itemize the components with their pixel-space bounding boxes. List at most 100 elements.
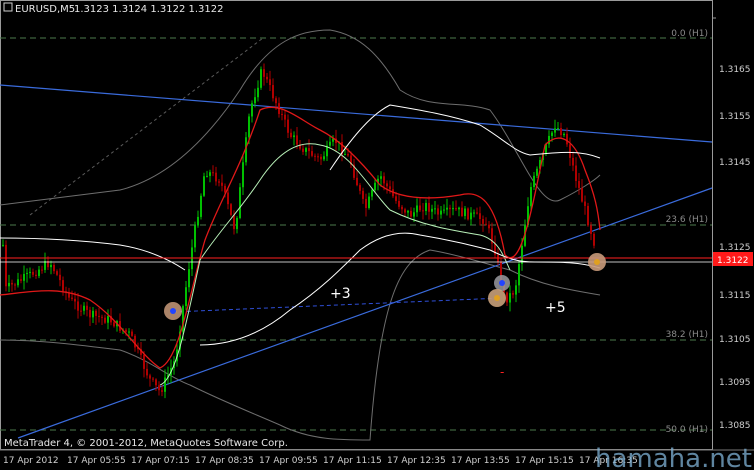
candle-body [572,157,574,166]
fibonacci-levels: 0.0 (H1) 23.6 (H1) 38.2 (H1) 50.0 (H1) [0,29,712,435]
fib-label-0: 0.0 (H1) [671,29,708,39]
candle-body [410,210,412,217]
candle-body [125,329,127,332]
fib-label-382: 38.2 (H1) [666,330,708,340]
candle-body [548,135,550,145]
candlestick-series [2,63,595,399]
time-axis[interactable]: 17 Apr 2012 17 Apr 05:55 17 Apr 07:15 17… [3,456,638,466]
candle-body [59,274,61,281]
candle-body [488,224,490,229]
exit-marker-dot-2 [594,259,600,265]
candle-body [260,69,262,88]
quote-label: 1.3123 1.3124 1.3122 1.3122 [74,4,224,15]
profit-label-plus5: +5 [545,300,566,316]
candle-body [578,181,580,188]
candle-body [215,172,217,182]
candle-body [86,305,88,310]
time-tick-3: 17 Apr 07:15 [131,456,190,466]
candle-body [482,218,484,224]
candle-body [473,212,475,214]
candle-body [281,113,283,115]
candle-body [470,212,472,220]
candle-body [452,208,454,210]
candle-body [188,269,190,288]
price-tick-7: 1.3095 [719,378,751,388]
candle-body [221,182,223,186]
candle-body [17,279,19,286]
candle-body [131,331,133,336]
candle-body [56,271,58,275]
candle-body [185,287,187,307]
upper-trend-line [0,84,713,143]
candle-body [95,310,97,316]
chart-window-icon [3,2,13,12]
candle-body [440,210,442,215]
candle-body [8,282,10,287]
candle-body [413,212,415,217]
stop-marker-label: - [500,365,504,379]
candle-body [371,190,373,197]
candle-body [218,181,220,183]
candle-body [263,69,265,77]
candle-body [83,305,85,311]
candle-body [566,133,568,145]
candle-body [284,114,286,120]
candle-body [248,116,250,138]
candle-body [269,79,271,86]
candle-body [203,176,205,196]
candle-body [320,156,322,160]
price-axis[interactable]: 1.3165 1.3155 1.3145 1.3125 1.3115 1.310… [712,17,753,431]
candle-body [395,196,397,201]
symbol-label: EURUSD,M5 [15,4,75,15]
candle-body [155,379,157,386]
time-tick-2: 17 Apr 05:55 [67,456,126,466]
candle-body [485,223,487,225]
candle-body [146,368,148,376]
copyright-text: MetaTrader 4, © 2001-2012, MetaQuotes So… [4,438,288,449]
candle-body [38,269,40,276]
candle-body [356,177,358,186]
candle-body [239,187,241,219]
candle-body [530,187,532,207]
candle-body [194,225,196,248]
candle-body [479,213,481,219]
candle-body [5,244,7,287]
candle-body [89,309,91,318]
candle-body [437,208,439,215]
chart-header: EURUSD,M5 1.3123 1.3124 1.3122 1.3122 [3,2,224,15]
candle-body [536,168,538,176]
exit-marker-dot-1 [494,295,500,301]
candle-body [428,202,430,212]
slow-ma-line-a [0,237,186,271]
candle-body [209,172,211,176]
candle-body [593,233,595,246]
candle-body [164,377,166,392]
fib-label-236: 23.6 (H1) [666,215,708,225]
candle-body [134,335,136,348]
candle-body [2,244,4,246]
candle-body [29,271,31,273]
candle-body [560,128,562,136]
candle-body [383,176,385,184]
candle-body [62,280,64,292]
candle-body [443,209,445,211]
price-chart[interactable]: 0.0 (H1) 23.6 (H1) 38.2 (H1) 50.0 (H1) +… [0,0,754,470]
candle-body [467,208,469,220]
candle-body [329,141,331,146]
price-tick-6: 1.3105 [719,335,751,345]
candle-body [407,210,409,213]
candle-body [323,156,325,160]
candle-body [302,148,304,152]
time-tick-7: 17 Apr 12:35 [387,456,446,466]
candle-body [254,97,256,104]
candle-body [386,183,388,187]
fib-label-50: 50.0 (H1) [666,425,708,435]
candle-body [296,135,298,145]
candle-body [518,263,520,286]
price-tick-5: 1.3115 [719,291,751,301]
candle-body [230,204,232,215]
candle-body [398,200,400,207]
candle-body [311,151,313,156]
candle-body [257,87,259,98]
trend-lines [0,37,713,439]
